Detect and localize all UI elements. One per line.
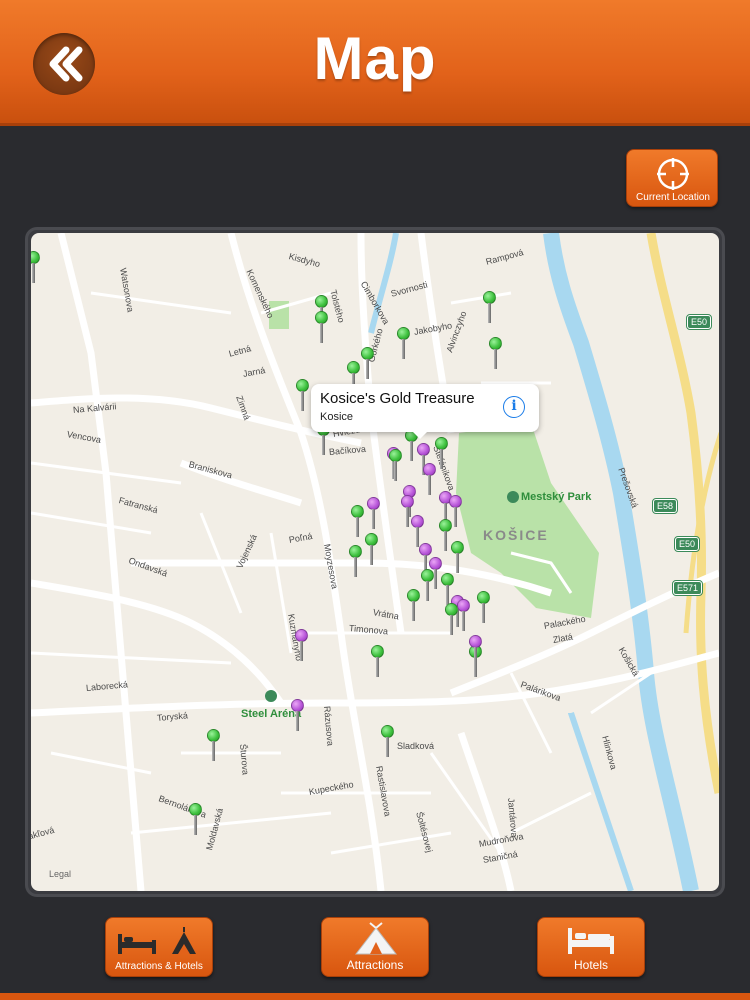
map-pin-green[interactable] <box>389 449 403 483</box>
map-pin-purple[interactable] <box>457 599 471 633</box>
map-pin-green[interactable] <box>349 545 363 579</box>
map-pin-green[interactable] <box>435 437 449 471</box>
tab-hotels[interactable]: Hotels <box>537 917 645 977</box>
park-label[interactable]: Mestský Park <box>521 491 591 503</box>
map-pin-purple[interactable] <box>367 497 381 531</box>
tent-icon <box>354 922 398 955</box>
map-pin-green[interactable] <box>351 505 365 539</box>
highway-shield: E571 <box>671 580 704 596</box>
callout-title: Kosice's Gold Treasure <box>320 390 475 407</box>
map-pin-purple[interactable] <box>429 557 443 591</box>
map-frame: Watsonova Komenského Kisdyho Tolstého Sv… <box>25 227 725 897</box>
bed-icon <box>568 928 614 954</box>
tab-label: Attractions & Hotels <box>115 961 203 972</box>
highway-shield: E50 <box>673 536 701 552</box>
map-pin-purple[interactable] <box>291 699 305 733</box>
map-pin-green[interactable] <box>477 591 491 625</box>
info-icon[interactable]: i <box>503 396 525 418</box>
map-callout[interactable]: Kosice's Gold Treasure Kosice i <box>311 384 539 439</box>
map-pin-green[interactable] <box>361 347 375 381</box>
highway-shield: E58 <box>651 498 679 514</box>
callout-subtitle: Kosice <box>320 411 354 423</box>
crosshair-icon <box>657 158 689 190</box>
tab-label: Attractions <box>346 958 404 972</box>
highway-shield: E50 <box>685 314 713 330</box>
map-pin-green[interactable] <box>31 251 41 285</box>
bottom-accent-bar <box>0 993 750 1000</box>
page-title: Map <box>313 25 437 92</box>
map-pin-green[interactable] <box>371 645 385 679</box>
map-pin-green[interactable] <box>483 291 497 325</box>
street-label: Sladková <box>397 741 435 751</box>
map-pin-green[interactable] <box>451 541 465 575</box>
tab-attractions[interactable]: Attractions <box>321 917 429 977</box>
map-pin-purple[interactable] <box>469 635 483 669</box>
map-pin-green[interactable] <box>315 311 329 345</box>
map-pin-purple[interactable] <box>295 629 309 663</box>
legal-link[interactable]: Legal <box>49 869 71 879</box>
map-pin-green[interactable] <box>296 379 310 413</box>
map-pin-green[interactable] <box>365 533 379 567</box>
map-pin-green[interactable] <box>207 729 221 763</box>
map-pin-green[interactable] <box>381 725 395 759</box>
header-bar: Map <box>0 0 750 126</box>
city-label: KOŠICE <box>483 527 549 543</box>
map-pin-green[interactable] <box>189 803 203 837</box>
map-pin-green[interactable] <box>445 603 459 637</box>
tab-label: Hotels <box>573 958 608 972</box>
current-location-label: Current Location <box>636 192 710 203</box>
bed-and-tent-icon <box>118 927 196 954</box>
current-location-button[interactable]: Current Location <box>626 149 718 207</box>
map-pin-green[interactable] <box>407 589 421 623</box>
map-pin-green[interactable] <box>489 337 503 371</box>
tab-attractions-hotels[interactable]: Attractions & Hotels <box>105 917 213 977</box>
map-pin-green[interactable] <box>397 327 411 361</box>
map-view[interactable]: Watsonova Komenského Kisdyho Tolstého Sv… <box>31 233 719 891</box>
